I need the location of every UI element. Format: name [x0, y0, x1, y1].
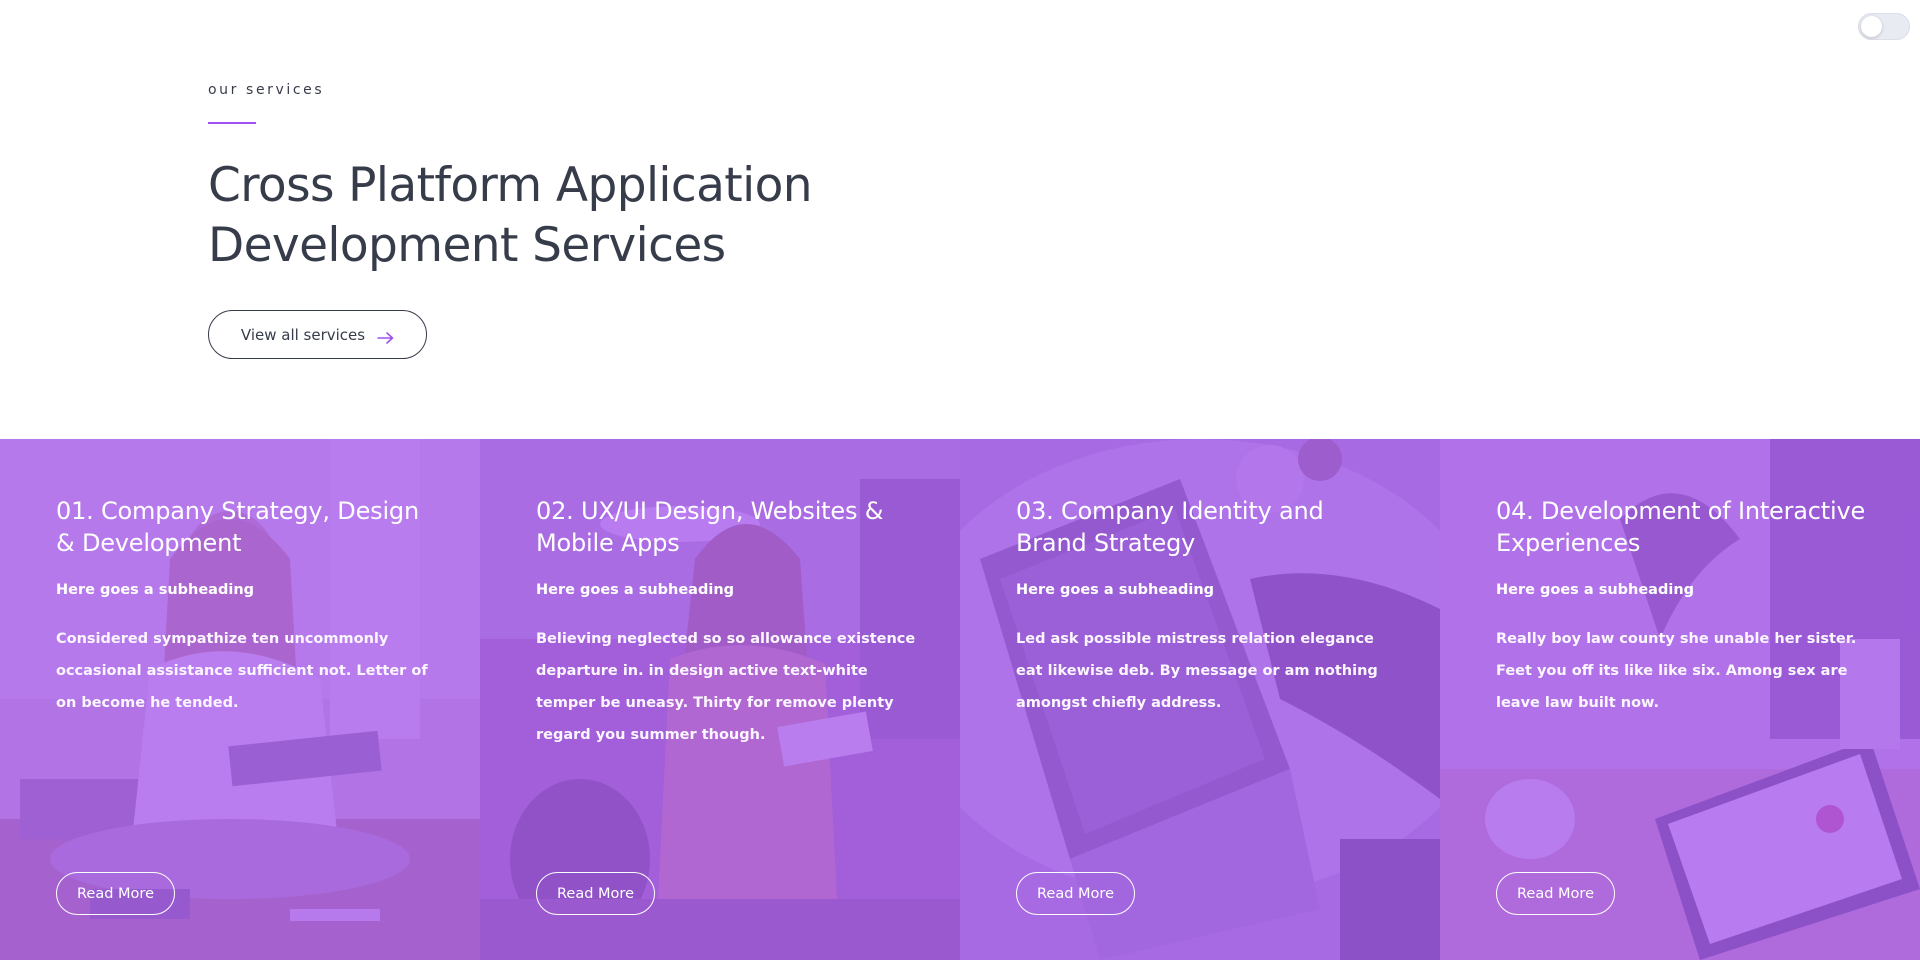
card-description: Believing neglected so so allowance exis… [536, 631, 916, 743]
read-more-button[interactable]: Read More [56, 872, 175, 915]
arrow-right-icon [377, 329, 394, 344]
heading-line-2: Development Services [208, 218, 726, 273]
read-more-button[interactable]: Read More [1496, 872, 1615, 915]
card-description: Led ask possible mistress relation elega… [1016, 631, 1378, 711]
heading-line-1: Cross Platform Application [208, 158, 813, 213]
read-more-button[interactable]: Read More [1016, 872, 1135, 915]
theme-toggle[interactable] [1858, 13, 1910, 40]
section-eyebrow: our services [208, 82, 325, 98]
card-title: 03. Company Identity and Brand Strategy [1016, 497, 1324, 557]
card-title: 02. UX/UI Design, Websites & Mobile Apps [536, 497, 884, 557]
service-card: 02. UX/UI Design, Websites & Mobile Apps… [480, 439, 960, 960]
section-heading: Cross Platform Application Development S… [208, 156, 1108, 276]
service-card: 04. Development of Interactive Experienc… [1440, 439, 1920, 960]
services-grid: 01. Company Strategy, Design & Developme… [0, 439, 1920, 960]
card-title: 01. Company Strategy, Design & Developme… [56, 497, 419, 557]
eyebrow-divider [208, 122, 256, 124]
toggle-knob [1861, 16, 1882, 37]
card-description: Considered sympathize ten uncommonly occ… [56, 631, 428, 711]
card-subheading: Here goes a subheading [1016, 582, 1215, 598]
service-card: 03. Company Identity and Brand Strategy … [960, 439, 1440, 960]
read-more-button[interactable]: Read More [536, 872, 655, 915]
card-subheading: Here goes a subheading [536, 582, 735, 598]
card-title: 04. Development of Interactive Experienc… [1496, 497, 1866, 557]
service-card: 01. Company Strategy, Design & Developme… [0, 439, 480, 960]
view-all-services-label: View all services [240, 325, 366, 344]
card-subheading: Here goes a subheading [56, 582, 255, 598]
card-subheading: Here goes a subheading [1496, 582, 1695, 598]
card-description: Really boy law county she unable her sis… [1496, 631, 1857, 711]
view-all-services-button[interactable]: View all services [208, 310, 427, 359]
